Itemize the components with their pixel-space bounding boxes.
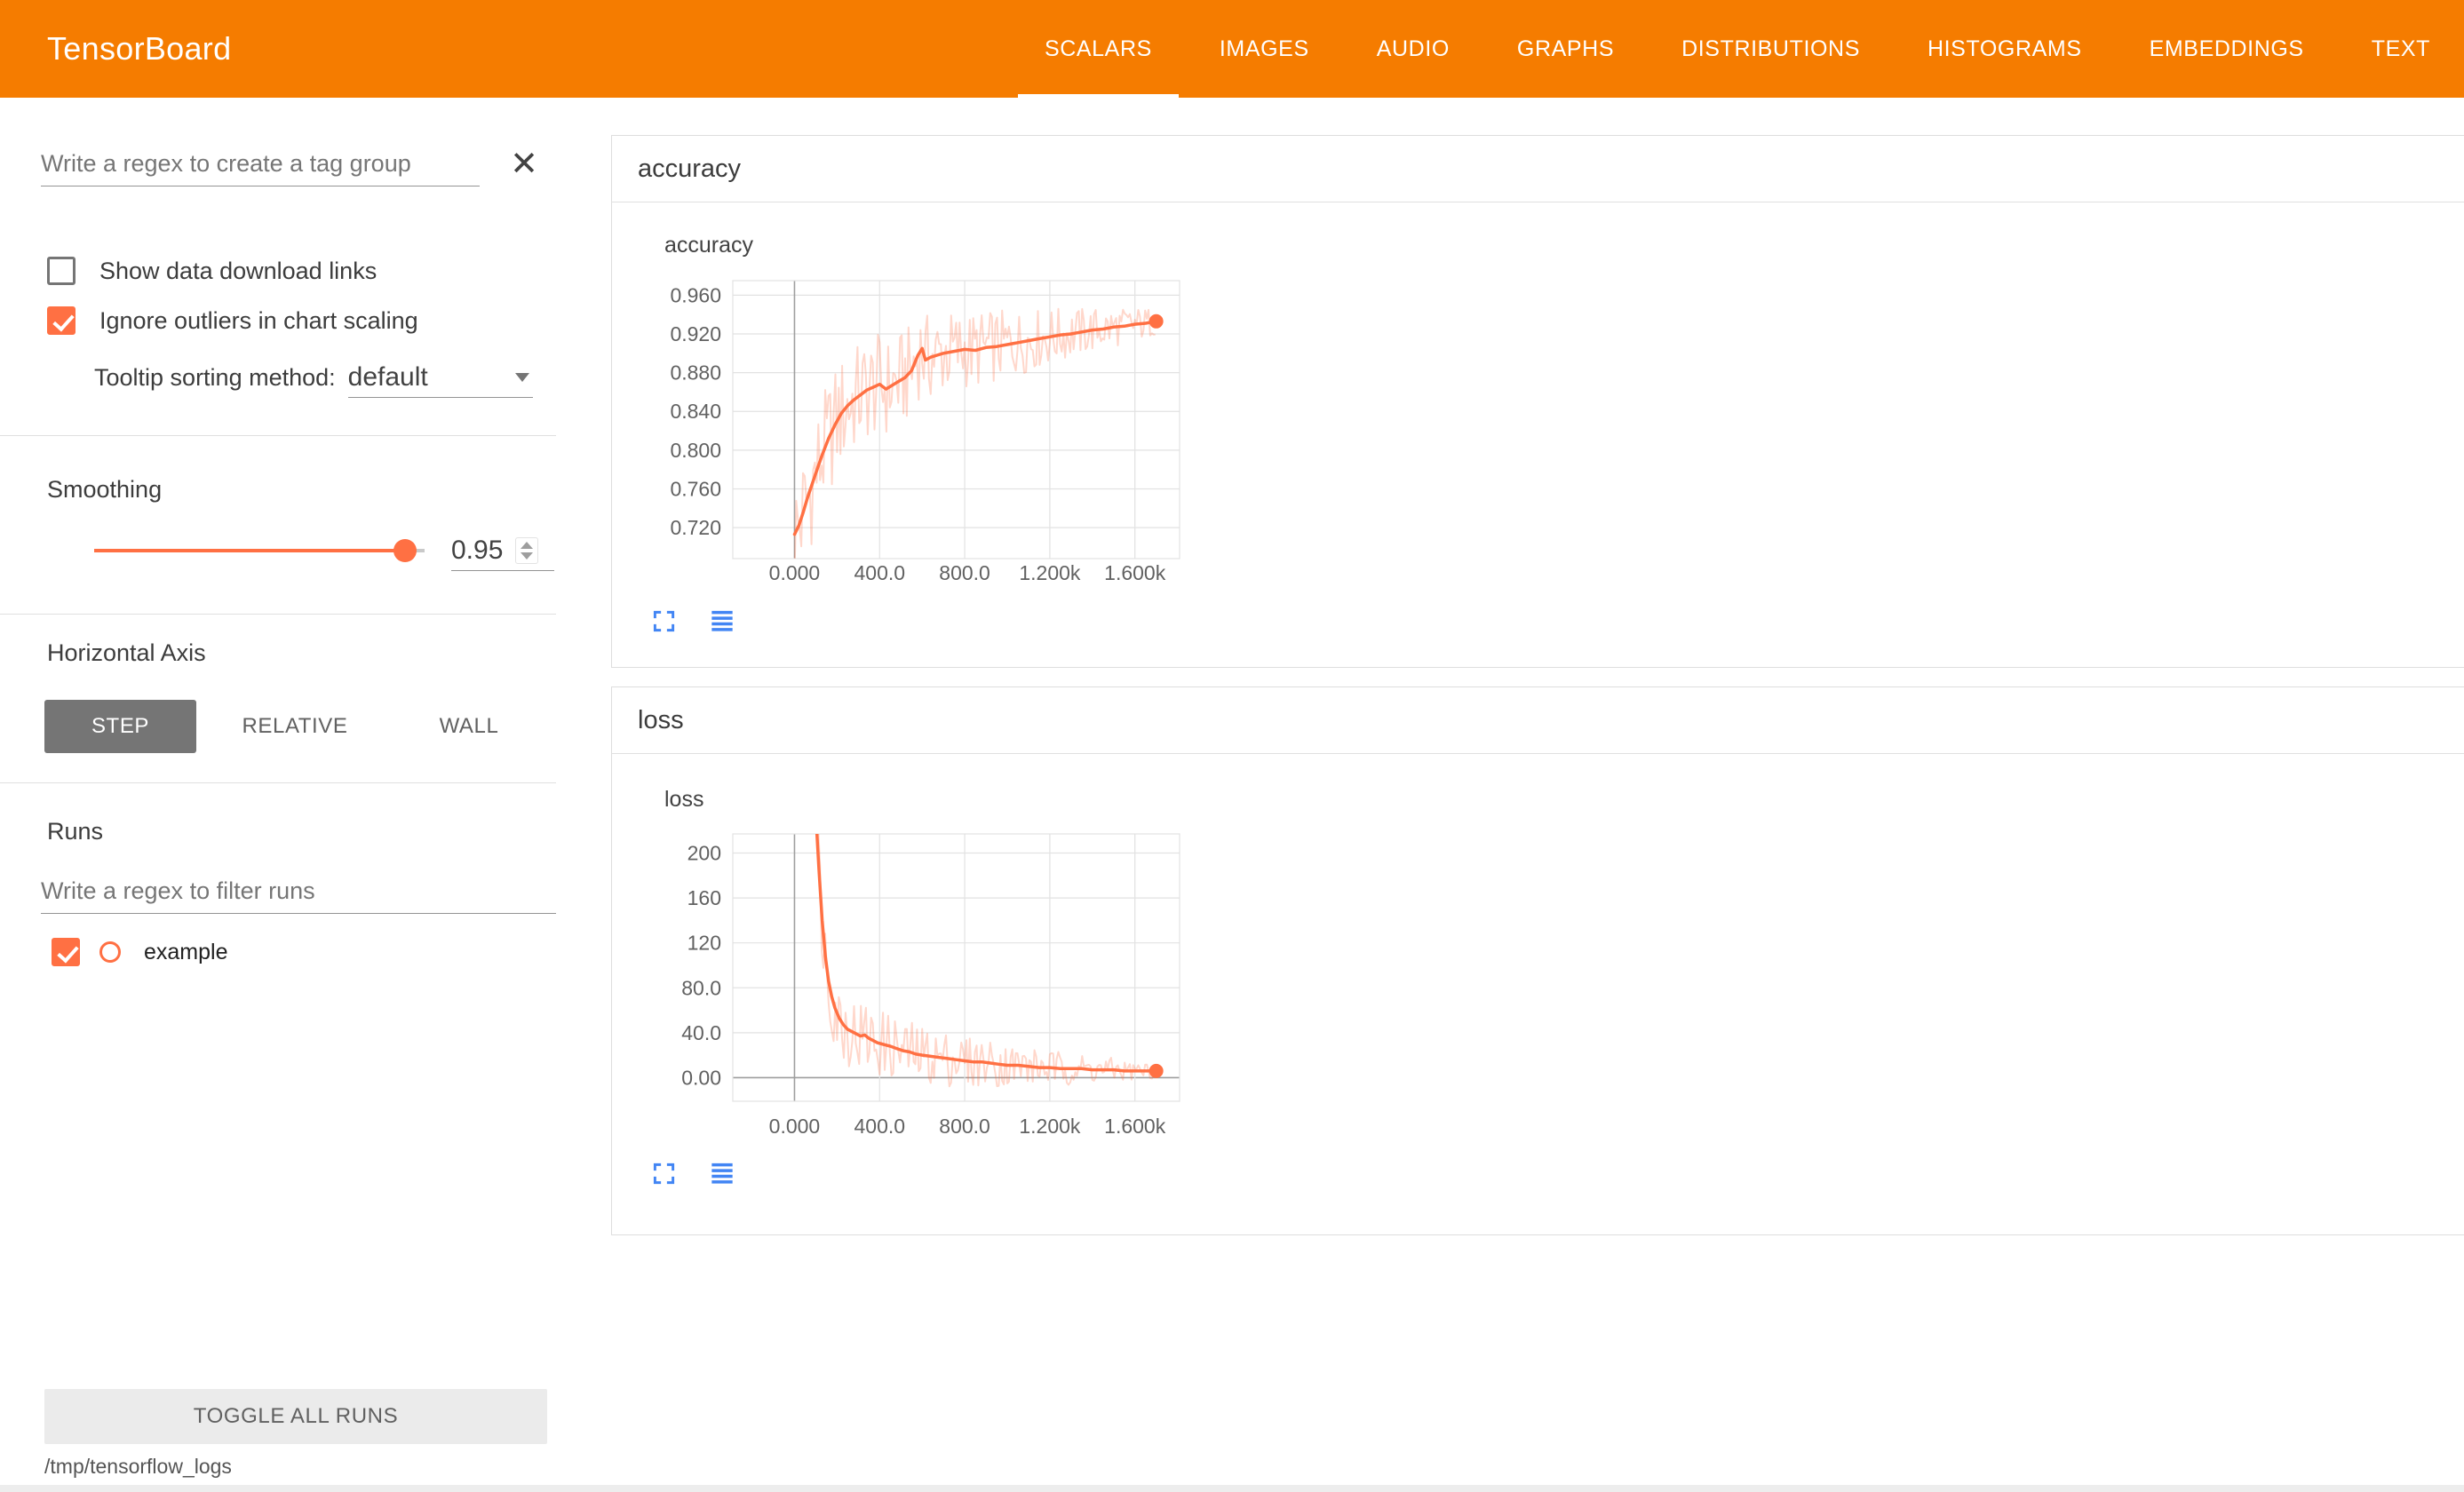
svg-text:160: 160 [688, 886, 721, 909]
accuracy-chart[interactable]: 0.960 0.920 0.880 0.840 0.800 0.760 0.720 0.000… [630, 263, 1216, 618]
chart-actions [648, 605, 738, 637]
horizontal-scrollbar[interactable] [0, 1485, 2464, 1492]
tooltip-sorting-select[interactable]: default [348, 357, 533, 398]
run-regex-input[interactable] [41, 869, 556, 914]
svg-text:0.840: 0.840 [670, 400, 721, 423]
chart-actions [648, 1157, 738, 1189]
tab-embeddings[interactable]: EMBEDDINGS [2116, 0, 2338, 98]
slider-thumb-handle[interactable] [393, 539, 417, 562]
svg-text:0.720: 0.720 [670, 516, 721, 539]
checkbox-label: Ignore outliers in chart scaling [99, 307, 418, 335]
chart-data-list-icon[interactable] [706, 1157, 738, 1189]
chart-title-loss: loss [664, 787, 703, 813]
svg-text:0.00: 0.00 [681, 1066, 721, 1089]
svg-text:1.200k: 1.200k [1019, 561, 1081, 584]
svg-text:800.0: 800.0 [939, 561, 990, 584]
tab-images[interactable]: IMAGES [1186, 0, 1343, 98]
expand-chart-icon[interactable] [648, 1157, 680, 1189]
svg-text:400.0: 400.0 [854, 1115, 905, 1138]
toggle-all-runs-button[interactable]: TOGGLE ALL RUNS [44, 1389, 547, 1444]
loss-card: loss loss 200 160 120 80.0 40.0 0.00 0.000 400.… [611, 686, 2464, 1235]
svg-text:0.000: 0.000 [769, 1115, 821, 1138]
chart-data-list-icon[interactable] [706, 605, 738, 637]
svg-text:1.600k: 1.600k [1104, 561, 1166, 584]
divider [0, 782, 556, 783]
svg-text:0.960: 0.960 [670, 283, 721, 306]
tab-text[interactable]: TEXT [2338, 0, 2464, 98]
divider [0, 614, 556, 615]
svg-text:200: 200 [688, 842, 721, 865]
log-directory-path: /tmp/tensorflow_logs [44, 1455, 232, 1479]
top-nav: SCALARS IMAGES AUDIO GRAPHS DISTRIBUTION… [1011, 0, 2464, 98]
stepper-up-icon[interactable] [521, 542, 533, 549]
checkbox-label: Show data download links [99, 258, 377, 285]
ignore-outliers-checkbox[interactable]: Ignore outliers in chart scaling [47, 303, 556, 338]
sidebar: ✕ Show data download links Ignore outlie… [0, 98, 556, 1492]
horizontal-axis-label: Horizontal Axis [47, 639, 556, 671]
tag-filter-row: ✕ [41, 142, 538, 186]
show-download-links-checkbox[interactable]: Show data download links [47, 253, 556, 289]
run-filter-row [41, 869, 556, 914]
svg-text:40.0: 40.0 [681, 1021, 721, 1044]
section-header-accuracy[interactable]: accuracy [612, 136, 2464, 202]
svg-text:0.000: 0.000 [769, 561, 821, 584]
clear-icon[interactable]: ✕ [510, 147, 538, 181]
number-stepper[interactable] [515, 537, 538, 564]
axis-step-button[interactable]: STEP [44, 700, 196, 753]
tab-scalars[interactable]: SCALARS [1011, 0, 1186, 98]
expand-chart-icon[interactable] [648, 605, 680, 637]
checkbox-checked-icon [47, 306, 76, 335]
app-title: TensorBoard [47, 30, 231, 67]
tooltip-sorting-label: Tooltip sorting method: [94, 364, 336, 392]
smoothing-value-input[interactable] [451, 536, 515, 566]
svg-text:1.600k: 1.600k [1104, 1115, 1166, 1138]
loss-chart[interactable]: 200 160 120 80.0 40.0 0.00 0.000 400.0 800.0 1.20… [630, 817, 1216, 1159]
svg-text:0.880: 0.880 [670, 361, 721, 385]
run-checkbox-icon [52, 938, 80, 966]
tag-regex-input[interactable] [41, 142, 480, 186]
smoothing-value-field [451, 530, 554, 571]
svg-text:120: 120 [688, 932, 721, 955]
main-content: accuracy accuracy 0.9600.9200.8800.8400.… [556, 98, 2464, 1492]
chevron-down-icon [515, 373, 529, 382]
svg-text:400.0: 400.0 [854, 561, 905, 584]
tab-audio[interactable]: AUDIO [1343, 0, 1483, 98]
smoothing-slider[interactable] [94, 528, 425, 573]
tab-distributions[interactable]: DISTRIBUTIONS [1648, 0, 1894, 98]
tab-histograms[interactable]: HISTOGRAMS [1894, 0, 2116, 98]
accuracy-card: accuracy accuracy 0.9600.9200.8800.8400.… [611, 135, 2464, 668]
stepper-down-icon[interactable] [521, 552, 533, 560]
smoothing-row [94, 528, 556, 573]
run-item-example[interactable]: example [52, 936, 556, 968]
tab-graphs[interactable]: GRAPHS [1483, 0, 1648, 98]
tooltip-sorting-row: Tooltip sorting method: default [94, 354, 556, 401]
slider-fill [94, 549, 405, 552]
tooltip-sorting-value: default [348, 362, 428, 393]
axis-relative-button[interactable]: RELATIVE [243, 700, 346, 753]
run-name: example [144, 940, 228, 965]
divider [0, 435, 556, 436]
section-header-loss[interactable]: loss [612, 687, 2464, 754]
svg-text:0.800: 0.800 [670, 439, 721, 462]
svg-text:800.0: 800.0 [939, 1115, 990, 1138]
axis-wall-button[interactable]: WALL [438, 700, 500, 753]
run-color-ring-icon [99, 941, 121, 963]
svg-text:1.200k: 1.200k [1019, 1115, 1081, 1138]
svg-text:0.760: 0.760 [670, 477, 721, 500]
runs-label: Runs [47, 818, 556, 850]
chart-title-accuracy: accuracy [664, 233, 753, 258]
svg-text:0.920: 0.920 [670, 322, 721, 345]
checkbox-icon [47, 257, 76, 285]
app-header: TensorBoard SCALARS IMAGES AUDIO GRAPHS … [0, 0, 2464, 98]
svg-text:80.0: 80.0 [681, 976, 721, 999]
horizontal-axis-buttons: STEP RELATIVE WALL [44, 700, 556, 753]
smoothing-label: Smoothing [47, 476, 556, 506]
